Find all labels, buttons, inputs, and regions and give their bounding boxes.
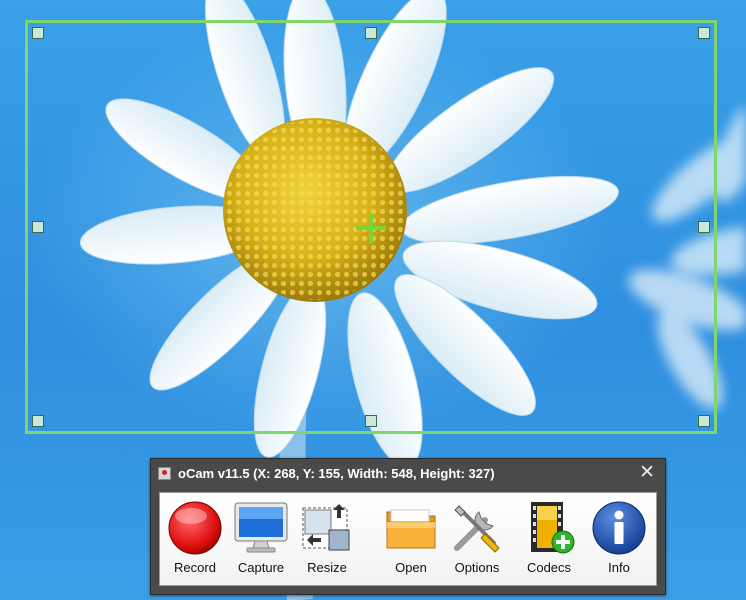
folder-icon: [386, 509, 436, 549]
monitor-icon: [234, 502, 288, 553]
resize-handle-bottom-center[interactable]: [365, 415, 377, 427]
tools-icon: [454, 505, 500, 553]
resize-handle-middle-right[interactable]: [698, 221, 710, 233]
resize-button[interactable]: Resize: [294, 493, 360, 585]
close-button[interactable]: ✕: [639, 463, 655, 483]
resize-handle-top-left[interactable]: [32, 27, 44, 39]
film-add-icon: [531, 502, 575, 554]
open-label: Open: [395, 560, 427, 575]
move-crosshair-icon[interactable]: [356, 213, 386, 243]
title-bar[interactable]: oCam v11.5 (X: 268, Y: 155, Width: 548, …: [151, 459, 665, 488]
codecs-label: Codecs: [526, 560, 572, 575]
codecs-button[interactable]: Codecs: [516, 493, 582, 585]
record-label: Record: [174, 560, 216, 575]
ocam-app-icon: [158, 467, 171, 480]
resize-handle-top-center[interactable]: [365, 27, 377, 39]
resize-handle-middle-left[interactable]: [32, 221, 44, 233]
options-button[interactable]: Options: [444, 493, 510, 585]
open-button[interactable]: Open: [378, 493, 444, 585]
resize-icon: [302, 504, 350, 551]
toolbar: Record Capture Resize Open Options Codec…: [159, 492, 657, 586]
resize-handle-bottom-left[interactable]: [32, 415, 44, 427]
resize-label: Resize: [307, 560, 347, 575]
info-label: Info: [608, 560, 630, 575]
window-title: oCam v11.5 (X: 268, Y: 155, Width: 548, …: [178, 466, 495, 481]
record-button[interactable]: Record: [162, 493, 228, 585]
resize-handle-bottom-right[interactable]: [698, 415, 710, 427]
capture-label: Capture: [237, 560, 285, 575]
resize-handle-top-right[interactable]: [698, 27, 710, 39]
info-button[interactable]: Info: [586, 493, 652, 585]
info-icon: [592, 501, 646, 555]
options-label: Options: [454, 560, 500, 575]
capture-button[interactable]: Capture: [228, 493, 294, 585]
record-icon: [168, 501, 222, 555]
ocam-toolbar-window: oCam v11.5 (X: 268, Y: 155, Width: 548, …: [150, 458, 666, 595]
